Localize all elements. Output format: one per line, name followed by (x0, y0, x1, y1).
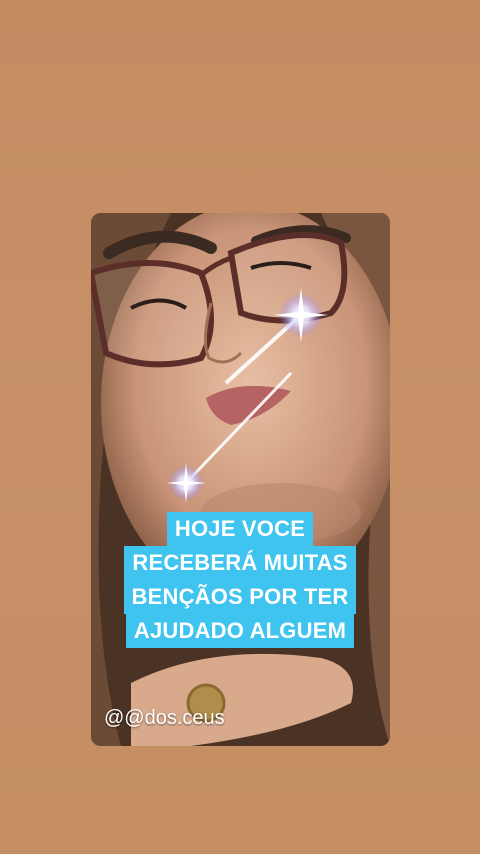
caption-line-2: RECEBERÁ MUITAS (124, 546, 356, 580)
caption-line-3: BENÇÃOS POR TER (123, 580, 357, 614)
story-caption: HOJE VOCE RECEBERÁ MUITAS BENÇÃOS POR TE… (0, 512, 480, 648)
account-handle[interactable]: @@dos.ceus (104, 707, 225, 730)
story-photo[interactable] (91, 213, 390, 746)
photo-illustration (91, 213, 390, 746)
caption-line-4: AJUDADO ALGUEM (125, 614, 355, 648)
caption-line-1: HOJE VOCE (166, 512, 314, 546)
